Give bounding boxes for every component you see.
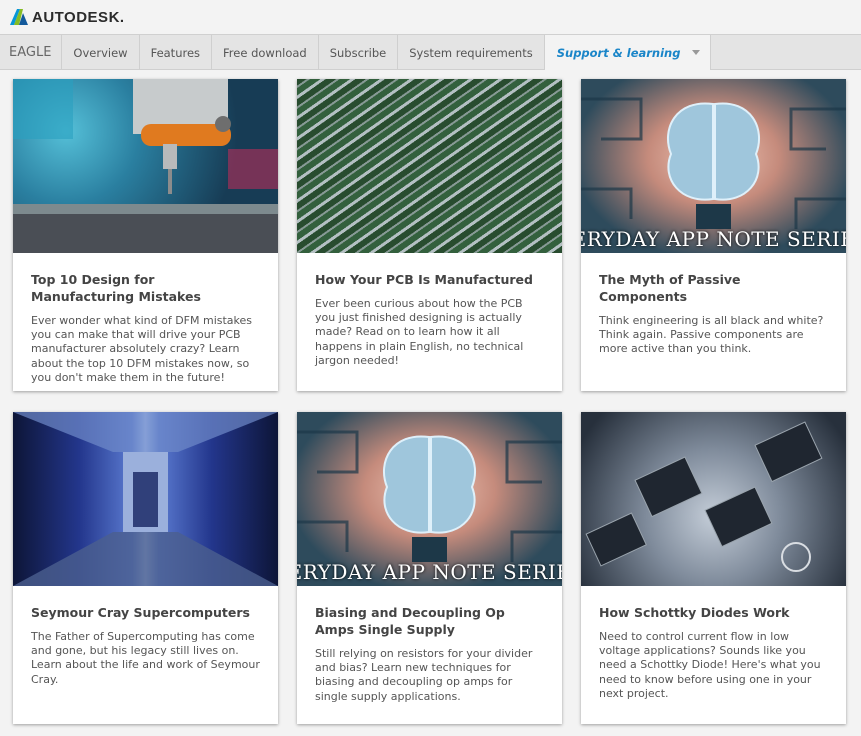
nav-overview[interactable]: Overview bbox=[62, 35, 140, 70]
cnc-drill-illustration bbox=[13, 79, 278, 253]
product-nav: EAGLE Overview Features Free download Su… bbox=[0, 34, 861, 70]
nav-system-requirements[interactable]: System requirements bbox=[398, 35, 545, 70]
card-image-cnc-drill[interactable] bbox=[13, 79, 278, 253]
card-description: The Father of Supercomputing has come an… bbox=[31, 630, 260, 686]
nav-support-learning[interactable]: Support & learning bbox=[544, 35, 712, 70]
card-title[interactable]: How Your PCB Is Manufactured bbox=[315, 271, 544, 288]
nav-product-name[interactable]: EAGLE bbox=[0, 35, 63, 70]
card-title[interactable]: Biasing and Decoupling Op Amps Single Su… bbox=[315, 604, 544, 638]
top-bar: AUTODESK. bbox=[0, 0, 861, 34]
card-title[interactable]: The Myth of Passive Components bbox=[599, 271, 828, 305]
autodesk-logo-icon bbox=[10, 9, 28, 25]
article-card[interactable]: ERYDAY APP NOTE SERIE Biasing and Decoup… bbox=[297, 412, 562, 724]
app-note-banner: ERYDAY APP NOTE SERIE bbox=[297, 560, 562, 584]
nav-subscribe[interactable]: Subscribe bbox=[319, 35, 399, 70]
article-card[interactable]: Top 10 Design for Manufacturing Mistakes… bbox=[13, 79, 278, 391]
app-note-banner: ERYDAY APP NOTE SERIE bbox=[581, 227, 846, 251]
autodesk-logo[interactable]: AUTODESK. bbox=[10, 9, 125, 26]
schottky-diodes-illustration bbox=[585, 421, 823, 572]
card-description: Still relying on resistors for your divi… bbox=[315, 647, 533, 703]
nav-free-download[interactable]: Free download bbox=[212, 35, 319, 70]
card-image-schottky-diodes[interactable] bbox=[581, 412, 846, 586]
article-card[interactable]: Seymour Cray Supercomputers The Father o… bbox=[13, 412, 278, 724]
article-card[interactable]: ERYDAY APP NOTE SERIE The Myth of Passiv… bbox=[581, 79, 846, 391]
card-title[interactable]: Top 10 Design for Manufacturing Mistakes bbox=[31, 271, 260, 305]
nav-features[interactable]: Features bbox=[140, 35, 213, 70]
nav-support-learning-label: Support & learning bbox=[556, 45, 681, 60]
autodesk-wordmark: AUTODESK. bbox=[32, 8, 125, 26]
card-title[interactable]: Seymour Cray Supercomputers bbox=[31, 604, 260, 621]
article-card[interactable]: How Schottky Diodes Work Need to control… bbox=[581, 412, 846, 724]
card-image-brain-circuit[interactable]: ERYDAY APP NOTE SERIE bbox=[297, 412, 562, 586]
card-image-brain-circuit[interactable]: ERYDAY APP NOTE SERIE bbox=[581, 79, 846, 253]
card-image-server-room[interactable] bbox=[13, 412, 278, 586]
chevron-down-icon bbox=[692, 50, 701, 55]
card-description: Ever been curious about how the PCB you … bbox=[315, 297, 524, 367]
card-description: Think engineering is all black and white… bbox=[599, 314, 824, 356]
card-title[interactable]: How Schottky Diodes Work bbox=[599, 604, 828, 621]
article-card[interactable]: How Your PCB Is Manufactured Ever been c… bbox=[297, 79, 562, 391]
card-image-pcb-rows[interactable] bbox=[297, 79, 562, 253]
card-description: Need to control current flow in low volt… bbox=[599, 630, 821, 700]
pcb-rows-illustration bbox=[297, 79, 562, 253]
card-description: Ever wonder what kind of DFM mistakes yo… bbox=[31, 314, 253, 384]
server-room-illustration bbox=[13, 412, 278, 586]
